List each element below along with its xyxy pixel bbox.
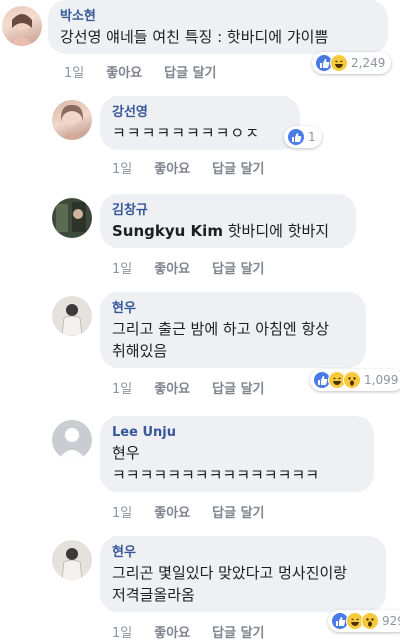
reply-button[interactable]: 답글 달기 <box>212 502 264 521</box>
reaction-summary[interactable]: 2,249 <box>312 52 392 74</box>
comment-text: ㅋㅋㅋㅋㅋㅋㅋㅋㅇㅈ <box>112 124 261 142</box>
comment-author[interactable]: 박소현 <box>60 8 376 26</box>
comment-time[interactable]: 1일 <box>64 62 84 81</box>
wow-icon <box>361 612 379 630</box>
comment-bubble: 현우 그리곤 몇일있다 맞았다고 멍사진이랑 저격글올라옴 <box>100 536 386 612</box>
reaction-count: 2,249 <box>351 56 386 70</box>
reaction-summary[interactable]: 1,099 <box>310 369 400 391</box>
like-button[interactable]: 좋아요 <box>154 622 190 641</box>
mentioned-user-link[interactable]: Sungkyu Kim <box>112 222 223 240</box>
reaction-count: 929 <box>382 614 400 628</box>
comment-time[interactable]: 1일 <box>112 158 132 177</box>
reaction-summary[interactable]: 1 <box>284 126 322 148</box>
comment-author[interactable]: 현우 <box>112 544 374 562</box>
comment-text: Sungkyu Kim 핫바디에 핫바지 <box>112 220 344 242</box>
comment-text: 그리고 출근 밤에 하고 아침엔 항상 취해있음 <box>112 320 330 360</box>
comment-author[interactable]: 현우 <box>112 300 354 318</box>
comment-text: 강선영 얘네들 여친 특징 : 핫바디에 갸이쁨 <box>60 28 329 46</box>
like-button[interactable]: 좋아요 <box>154 502 190 521</box>
reaction-count: 1,099 <box>364 373 399 387</box>
comment-actions: 1일 좋아요 답글 달기 <box>112 622 265 641</box>
avatar[interactable] <box>52 540 92 580</box>
comment-actions: 1일 좋아요 답글 달기 <box>112 502 265 521</box>
like-button[interactable]: 좋아요 <box>154 158 190 177</box>
comment-bubble: 강선영 ㅋㅋㅋㅋㅋㅋㅋㅋㅇㅈ <box>100 96 300 150</box>
comment-bubble: 김창규 Sungkyu Kim 핫바디에 핫바지 <box>100 194 356 248</box>
comment-time[interactable]: 1일 <box>112 378 132 397</box>
comment-author[interactable]: Lee Unju <box>112 424 362 442</box>
reply-button[interactable]: 답글 달기 <box>212 378 264 397</box>
like-button[interactable]: 좋아요 <box>154 378 190 397</box>
avatar[interactable] <box>52 420 92 460</box>
avatar[interactable] <box>52 100 92 140</box>
comment-author[interactable]: 강선영 <box>112 104 288 122</box>
like-icon <box>287 128 305 146</box>
reply-button[interactable]: 답글 달기 <box>212 622 264 641</box>
comment-actions: 1일 좋아요 답글 달기 <box>112 258 265 277</box>
avatar[interactable] <box>52 198 92 238</box>
comment-actions: 1일 좋아요 답글 달기 <box>112 158 265 177</box>
comment-author[interactable]: 김창규 <box>112 202 344 220</box>
reaction-summary[interactable]: 929 <box>328 610 400 632</box>
comment-time[interactable]: 1일 <box>112 502 132 521</box>
reply-button[interactable]: 답글 달기 <box>164 62 216 81</box>
haha-icon <box>330 54 348 72</box>
comment-bubble: Lee Unju 현우 ㅋㅋㅋㅋㅋㅋㅋㅋㅋㅋㅋㅋㅋㅋㅋ <box>100 416 374 492</box>
comment-actions: 1일 좋아요 답글 달기 <box>64 62 217 81</box>
reply-button[interactable]: 답글 달기 <box>212 258 264 277</box>
comment-actions: 1일 좋아요 답글 달기 <box>112 378 265 397</box>
avatar[interactable] <box>2 6 42 46</box>
reaction-count: 1 <box>308 130 316 144</box>
comment-text-body: 핫바디에 핫바지 <box>222 222 330 240</box>
comment-bubble: 현우 그리고 출근 밤에 하고 아침엔 항상 취해있음 <box>100 292 366 368</box>
comment-text: 그리곤 몇일있다 맞았다고 멍사진이랑 저격글올라옴 <box>112 564 348 604</box>
reply-button[interactable]: 답글 달기 <box>212 158 264 177</box>
comment-time[interactable]: 1일 <box>112 622 132 641</box>
avatar[interactable] <box>52 296 92 336</box>
comment-time[interactable]: 1일 <box>112 258 132 277</box>
comment-bubble: 박소현 강선영 얘네들 여친 특징 : 핫바디에 갸이쁨 <box>48 0 388 54</box>
wow-icon <box>343 371 361 389</box>
like-button[interactable]: 좋아요 <box>154 258 190 277</box>
comment-text: 현우 ㅋㅋㅋㅋㅋㅋㅋㅋㅋㅋㅋㅋㅋㅋㅋ <box>112 444 320 484</box>
like-button[interactable]: 좋아요 <box>106 62 142 81</box>
